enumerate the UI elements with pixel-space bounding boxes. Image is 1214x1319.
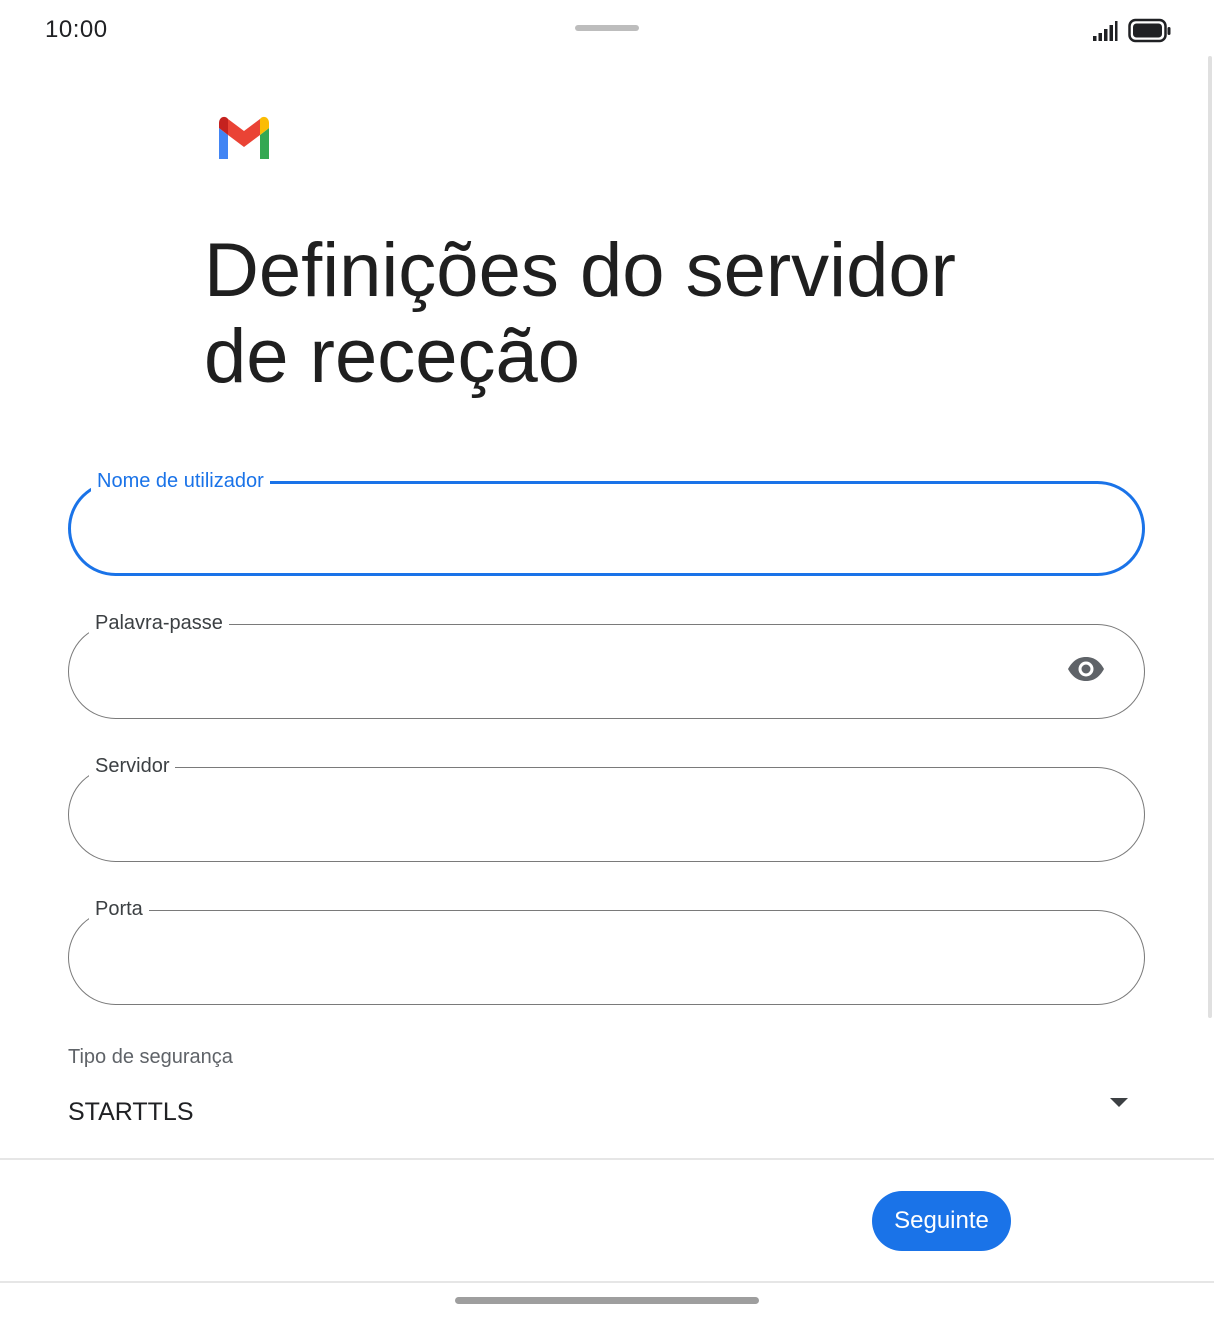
server-label: Servidor xyxy=(89,753,176,779)
home-indicator[interactable] xyxy=(455,1297,759,1304)
port-input[interactable] xyxy=(95,935,1059,981)
footer-divider-top xyxy=(0,1158,1214,1160)
drag-handle[interactable] xyxy=(575,25,639,31)
scrollbar[interactable] xyxy=(1208,56,1212,1018)
footer-divider-bottom xyxy=(0,1281,1214,1283)
server-input[interactable] xyxy=(95,792,1059,838)
password-input[interactable] xyxy=(95,649,1059,695)
gmail-logo-icon xyxy=(215,115,273,159)
username-input[interactable] xyxy=(97,508,1061,554)
security-type-dropdown[interactable]: STARTTLS xyxy=(60,1086,1150,1138)
status-icons xyxy=(1092,18,1172,49)
password-field[interactable]: Palavra-passe xyxy=(68,610,1145,719)
password-label: Palavra-passe xyxy=(89,610,229,636)
username-label: Nome de utilizador xyxy=(91,468,270,494)
page-title-line-2: de receção xyxy=(204,314,581,399)
username-field[interactable]: Nome de utilizador xyxy=(68,468,1145,576)
security-type-value: STARTTLS xyxy=(68,1098,194,1126)
dropdown-arrow-icon xyxy=(1110,1098,1128,1107)
battery-icon xyxy=(1128,18,1172,49)
port-field[interactable]: Porta xyxy=(68,896,1145,1005)
status-time: 10:00 xyxy=(45,16,108,43)
next-button[interactable]: Seguinte xyxy=(872,1191,1011,1251)
page-title-line-1: Definições do servidor xyxy=(204,228,956,313)
signal-icon xyxy=(1092,20,1118,47)
show-password-button[interactable] xyxy=(1066,656,1106,687)
page-title: Definições do servidor de receção xyxy=(204,228,1104,400)
security-type-label: Tipo de segurança xyxy=(68,1046,233,1068)
port-label: Porta xyxy=(89,896,149,922)
eye-icon xyxy=(1067,656,1105,687)
server-field[interactable]: Servidor xyxy=(68,753,1145,862)
